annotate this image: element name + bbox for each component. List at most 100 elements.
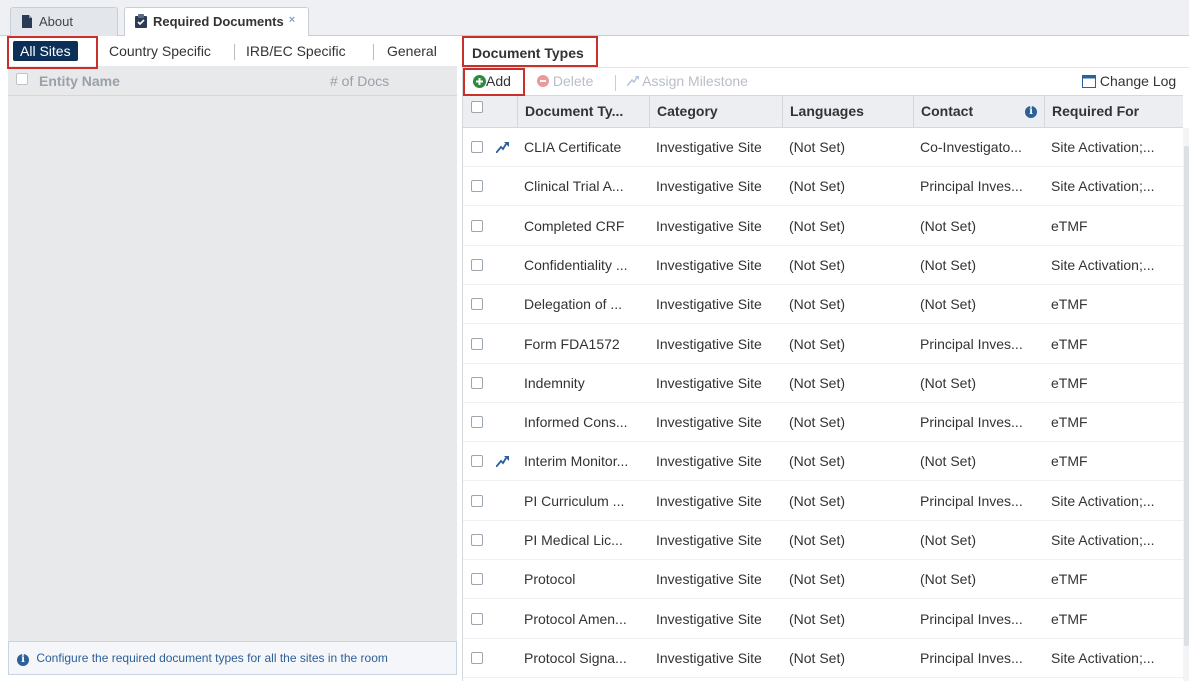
column-required-for[interactable]: Required For xyxy=(1044,96,1183,127)
cell-languages: (Not Set) xyxy=(789,492,846,509)
cell-required-for: eTMF xyxy=(1051,335,1088,352)
toolbar-divider xyxy=(615,75,616,91)
cell-contact: Co-Investigato... xyxy=(920,139,1022,155)
cell-required-for: Site Activation;... xyxy=(1051,649,1155,666)
column-doc-count[interactable]: # of Docs xyxy=(330,73,389,89)
cell-category: Investigative Site xyxy=(656,532,762,548)
cell-required-for: eTMF xyxy=(1051,610,1088,627)
cell-contact: Principal Inves... xyxy=(920,178,1023,195)
tab-country-specific[interactable]: Country Specific xyxy=(109,41,211,61)
row-checkbox[interactable] xyxy=(471,219,483,232)
cell-languages: (Not Set) xyxy=(789,178,846,195)
cell-required-for: Site Activation;... xyxy=(1051,492,1155,509)
cell-required-for: eTMF xyxy=(1051,374,1088,391)
cell-category: Investigative Site xyxy=(656,374,762,391)
row-checkbox[interactable] xyxy=(471,416,483,429)
table-row[interactable]: Completed CRF Investigative Site (Not Set)… xyxy=(463,207,1183,246)
cell-category: Investigative Site xyxy=(656,335,762,352)
table-row[interactable]: Protocol Amen... Investigative Site (Not S… xyxy=(463,600,1183,639)
cell-required-for: Site Activation;... xyxy=(1051,178,1155,195)
column-category[interactable]: Category xyxy=(649,96,781,127)
row-checkbox[interactable] xyxy=(471,455,483,468)
row-checkbox[interactable] xyxy=(471,337,483,350)
info-message-text: Configure the required document types fo… xyxy=(36,651,388,665)
table-row[interactable]: CLIA Certificate Investigative Site (Not S… xyxy=(463,128,1183,167)
column-contact[interactable]: Contact i xyxy=(913,96,1044,127)
table-row[interactable]: Informed Cons... Investigative Site (Not S… xyxy=(463,403,1183,443)
milestone-icon xyxy=(626,76,639,87)
calendar-icon xyxy=(1082,75,1096,88)
cell-languages: (Not Set) xyxy=(789,217,846,234)
table-row[interactable]: PI Curriculum ... Investigative Site (Not … xyxy=(463,482,1183,521)
tab-irb-ec-specific[interactable]: IRB/EC Specific xyxy=(246,41,346,61)
table-row[interactable]: Interim Monitor... Investigative Site (Not… xyxy=(463,442,1183,482)
info-icon[interactable]: i xyxy=(1025,106,1037,118)
cell-languages: (Not Set) xyxy=(789,256,846,273)
cell-document-type: Form FDA1572 xyxy=(524,335,620,352)
cell-languages: (Not Set) xyxy=(789,532,846,548)
change-log-button[interactable]: Change Log xyxy=(1082,73,1176,89)
highlight-all-sites xyxy=(7,36,98,69)
cell-languages: (Not Set) xyxy=(789,453,846,470)
tab-general[interactable]: General xyxy=(387,41,437,61)
table-row[interactable]: Protocol Signa... Investigative Site (Not … xyxy=(463,639,1183,678)
cell-document-type: Delegation of ... xyxy=(524,296,623,313)
cell-contact: Principal Inves... xyxy=(920,492,1023,509)
select-all-checkbox[interactable] xyxy=(471,101,483,113)
cell-contact: Principal Inves... xyxy=(920,335,1023,352)
entity-grid-header: Entity Name # of Docs xyxy=(8,66,457,96)
row-checkbox[interactable] xyxy=(471,180,483,193)
cell-category: Investigative Site xyxy=(656,296,762,313)
row-checkbox[interactable] xyxy=(471,573,483,586)
row-checkbox[interactable] xyxy=(471,376,483,389)
row-checkbox[interactable] xyxy=(471,651,483,664)
tab-about-label: About xyxy=(39,14,73,29)
select-all-checkbox[interactable] xyxy=(16,73,28,85)
delete-button[interactable]: Delete xyxy=(537,73,593,89)
row-checkbox[interactable] xyxy=(471,258,483,271)
cell-document-type: Protocol Amen... xyxy=(524,610,627,627)
cell-category: Investigative Site xyxy=(656,571,762,588)
row-checkbox[interactable] xyxy=(471,298,483,311)
cell-document-type: Indemnity xyxy=(524,374,585,391)
column-document-type[interactable]: Document Ty... xyxy=(517,96,648,127)
cell-category: Investigative Site xyxy=(656,139,762,155)
vertical-scrollbar[interactable] xyxy=(1183,128,1189,681)
tab-required-documents[interactable]: Required Documents × xyxy=(124,7,309,37)
table-row[interactable]: PI Medical Lic... Investigative Site (Not … xyxy=(463,521,1183,560)
toolbar: Add Delete Assign Milestone Change Log xyxy=(463,67,1189,95)
cell-document-type: Protocol Signa... xyxy=(524,649,627,666)
cell-document-type: Completed CRF xyxy=(524,217,625,234)
cell-contact: Principal Inves... xyxy=(920,649,1023,666)
row-checkbox[interactable] xyxy=(471,534,483,546)
cell-document-type: Confidentiality ... xyxy=(524,256,628,273)
clipboard-icon xyxy=(135,14,147,31)
table-row[interactable]: Clinical Trial A... Investigative Site (No… xyxy=(463,167,1183,207)
table-row[interactable]: Delegation of ... Investigative Site (Not … xyxy=(463,285,1183,325)
column-entity-name[interactable]: Entity Name xyxy=(39,73,120,89)
cell-category: Investigative Site xyxy=(656,649,762,666)
assign-milestone-button[interactable]: Assign Milestone xyxy=(626,73,748,89)
cell-required-for: eTMF xyxy=(1051,217,1088,234)
cell-required-for: eTMF xyxy=(1051,414,1088,431)
row-checkbox[interactable] xyxy=(471,612,483,625)
cell-required-for: eTMF xyxy=(1051,453,1088,470)
tab-divider xyxy=(373,44,374,60)
cell-languages: (Not Set) xyxy=(789,571,846,588)
table-row[interactable]: Confidentiality ... Investigative Site (No… xyxy=(463,246,1183,285)
column-languages[interactable]: Languages xyxy=(782,96,913,127)
row-checkbox[interactable] xyxy=(471,141,483,153)
table-row[interactable]: Indemnity Investigative Site (Not Set) (Not… xyxy=(463,364,1183,403)
table-row[interactable]: Protocol Investigative Site (Not Set) (Not … xyxy=(463,560,1183,600)
cell-required-for: Site Activation;... xyxy=(1051,256,1155,273)
cell-required-for: Site Activation;... xyxy=(1051,139,1155,155)
cell-contact: (Not Set) xyxy=(920,374,977,391)
tab-about[interactable]: About xyxy=(10,7,118,36)
row-checkbox[interactable] xyxy=(471,494,483,507)
grid-header: Document Ty... Category Languages Contac… xyxy=(463,95,1183,128)
scrollbar-thumb[interactable] xyxy=(1184,146,1189,646)
close-icon[interactable]: × xyxy=(289,14,295,26)
cell-contact: (Not Set) xyxy=(920,296,977,313)
minus-circle-icon xyxy=(537,75,549,87)
table-row[interactable]: Form FDA1572 Investigative Site (Not Set) P… xyxy=(463,325,1183,364)
